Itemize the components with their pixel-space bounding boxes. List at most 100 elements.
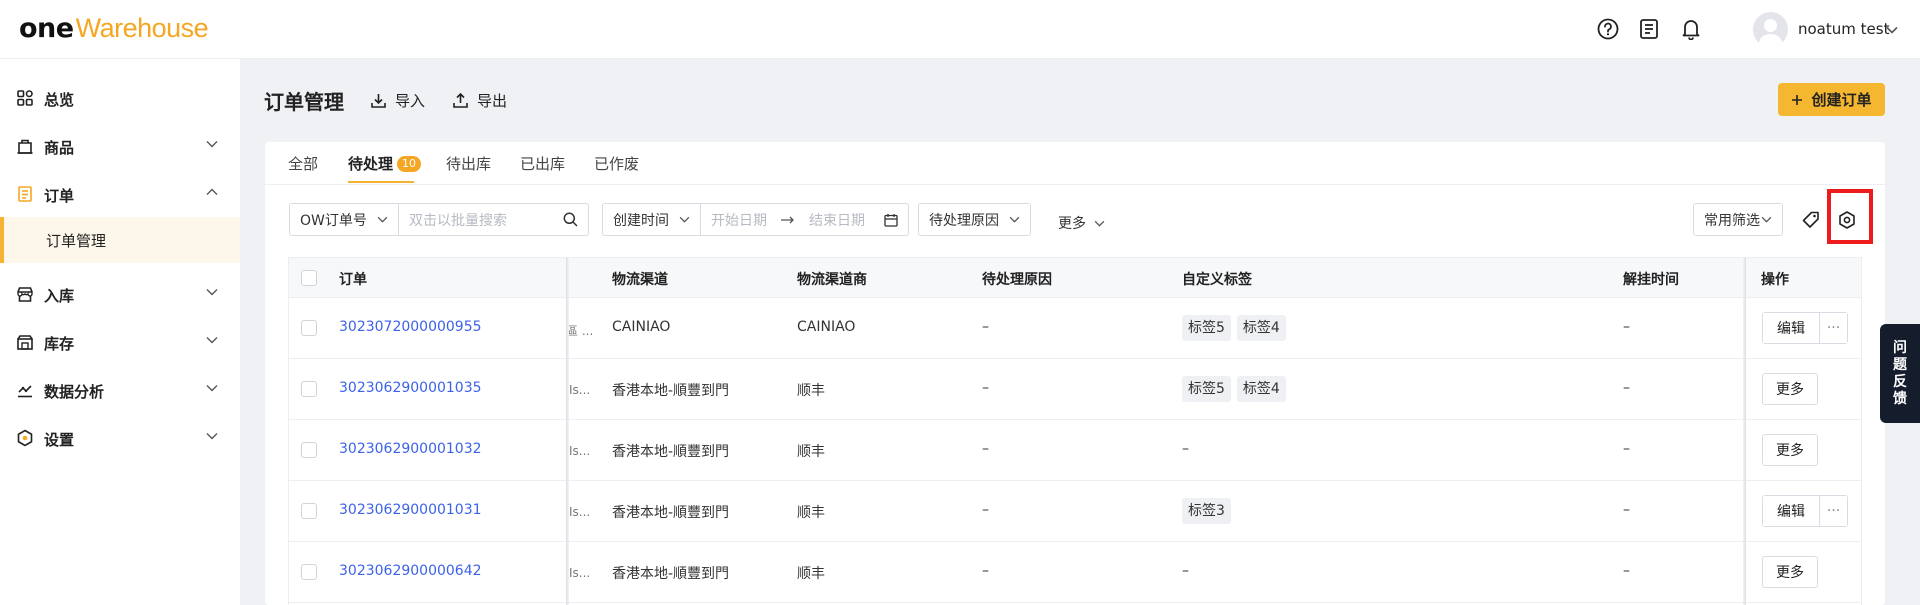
tag-icon[interactable]: [1801, 210, 1821, 230]
sidebar-item-analytics[interactable]: 数据分析: [0, 370, 240, 410]
pending-reason-select[interactable]: 待处理原因: [918, 203, 1031, 236]
sidebar-item-inbound[interactable]: 入库: [0, 274, 240, 314]
tab-shipped[interactable]: 已出库: [520, 153, 565, 174]
sidebar-subitem-order-management[interactable]: 订单管理: [0, 217, 240, 263]
time-type-select[interactable]: 创建时间: [603, 204, 700, 235]
order-number-link[interactable]: 3023072000000955: [339, 319, 482, 335]
bell-icon[interactable]: [1679, 17, 1703, 41]
channel-cell: 香港本地-順豐到門: [612, 444, 730, 460]
sidebar-item-orders[interactable]: 订单: [0, 174, 240, 214]
tag-chip: 标签3: [1182, 498, 1231, 524]
more-filters-button[interactable]: 更多: [1058, 213, 1105, 233]
column-header-tags[interactable]: 自定义标签: [1182, 269, 1252, 289]
document-icon[interactable]: [1637, 17, 1661, 41]
create-order-button[interactable]: 创建订单: [1778, 83, 1885, 116]
import-label: 导入: [395, 92, 426, 110]
tab-voided[interactable]: 已作废: [594, 153, 639, 174]
order-number-link[interactable]: 3023062900001031: [339, 502, 482, 518]
create-order-label: 创建订单: [1811, 92, 1872, 109]
truncated-cell: Is...: [569, 383, 591, 397]
sidebar-item-inventory[interactable]: 库存: [0, 322, 240, 362]
tab-awaiting-outbound[interactable]: 待出库: [446, 153, 491, 174]
truncated-cell: 區 ...: [566, 324, 594, 338]
more-button[interactable]: 更多: [1762, 373, 1818, 405]
chevron-down-icon: [1761, 216, 1772, 223]
order-number-link[interactable]: 3023062900000642: [339, 563, 482, 579]
column-header-order[interactable]: 订单: [339, 269, 367, 289]
export-button[interactable]: 导出: [452, 90, 507, 111]
more-button[interactable]: 更多: [1762, 434, 1818, 466]
order-number-link[interactable]: 3023062900001032: [339, 441, 482, 457]
row-checkbox[interactable]: [301, 381, 317, 397]
date-range-group: 创建时间 开始日期 结束日期: [602, 203, 909, 236]
sidebar-item-settings[interactable]: 设置: [0, 418, 240, 458]
row-checkbox[interactable]: [301, 503, 317, 519]
dashboard-icon: [17, 90, 33, 106]
username[interactable]: noatum test: [1798, 20, 1889, 38]
logo-one: one: [19, 13, 74, 44]
plus-icon: [1792, 94, 1803, 105]
column-header-unhold-time[interactable]: 解挂时间: [1623, 269, 1679, 289]
carrier-cell: CAINIAO: [797, 319, 856, 335]
more-actions-button[interactable]: ···: [1819, 313, 1847, 343]
avatar[interactable]: [1753, 12, 1788, 47]
sidebar-item-products[interactable]: 商品: [0, 126, 240, 166]
row-checkbox[interactable]: [301, 564, 317, 580]
column-header-carrier[interactable]: 物流渠道商: [797, 269, 867, 289]
carrier-cell: 顺丰: [797, 383, 825, 399]
order-type-select[interactable]: OW订单号: [290, 204, 398, 235]
order-number-link[interactable]: 3023062900001035: [339, 380, 482, 396]
unhold-time-cell: –: [1623, 563, 1630, 579]
action-button-group: 编辑 ···: [1762, 312, 1848, 344]
analytics-icon: [18, 385, 32, 398]
inbound-icon: [17, 287, 33, 302]
search-input[interactable]: 双击以批量搜索: [399, 204, 588, 235]
tag-chip: 标签4: [1236, 376, 1286, 402]
sidebar-item-label: 数据分析: [44, 383, 105, 401]
table-row: 3023062900001031 Is... 香港本地-順豐到門 顺丰 – 标签…: [289, 481, 1861, 542]
chevron-down-icon: [679, 216, 690, 223]
count-badge: 10: [397, 156, 422, 172]
more-actions-button[interactable]: ···: [1819, 496, 1847, 526]
chevron-down-icon: [377, 216, 388, 223]
search-placeholder: 双击以批量搜索: [409, 212, 507, 229]
order-search-group: OW订单号 双击以批量搜索: [289, 203, 589, 236]
app-logo[interactable]: one Warehouse: [19, 13, 209, 44]
carrier-cell: 顺丰: [797, 505, 825, 521]
help-icon[interactable]: [1596, 17, 1620, 41]
row-checkbox[interactable]: [301, 320, 317, 336]
settings-highlight-box: [1827, 189, 1873, 244]
sidebar-item-label: 总览: [44, 91, 75, 109]
unhold-time-cell: –: [1623, 319, 1630, 335]
feedback-char: 反: [1893, 373, 1907, 390]
unhold-time-cell: –: [1623, 380, 1630, 396]
sidebar: 总览 商品 订单 订单管理 入库 库存 数据分析 设置: [0, 59, 240, 605]
column-header-channel[interactable]: 物流渠道: [612, 269, 668, 289]
date-range-picker[interactable]: 开始日期 结束日期: [701, 204, 908, 235]
feedback-button[interactable]: 问 题 反 馈: [1880, 324, 1920, 423]
row-checkbox[interactable]: [301, 442, 317, 458]
tab-pending[interactable]: 待处理 10: [348, 153, 422, 174]
common-filter-select[interactable]: 常用筛选: [1693, 203, 1783, 236]
chevron-down-icon[interactable]: [1886, 22, 1898, 38]
channel-cell: CAINIAO: [612, 319, 671, 335]
tab-divider: [265, 184, 1885, 185]
sidebar-item-overview[interactable]: 总览: [0, 78, 240, 118]
edit-button[interactable]: 编辑: [1763, 313, 1819, 343]
sidebar-item-label: 商品: [44, 139, 75, 157]
select-all-checkbox[interactable]: [301, 270, 317, 286]
edit-button[interactable]: 编辑: [1763, 496, 1819, 526]
feedback-char: 馈: [1893, 390, 1907, 407]
column-header-reason[interactable]: 待处理原因: [982, 269, 1052, 289]
more-button[interactable]: 更多: [1762, 556, 1818, 588]
tab-underline: [348, 181, 414, 183]
chevron-down-icon: [206, 385, 218, 392]
search-icon[interactable]: [563, 212, 578, 227]
channel-cell: 香港本地-順豐到門: [612, 566, 730, 582]
fixed-column-shadow: [1743, 258, 1746, 605]
export-icon: [453, 92, 468, 108]
import-button[interactable]: 导入: [370, 90, 425, 111]
sidebar-subitem-label: 订单管理: [46, 232, 107, 250]
column-header-actions: 操作: [1761, 272, 1789, 288]
tab-all[interactable]: 全部: [288, 153, 318, 174]
